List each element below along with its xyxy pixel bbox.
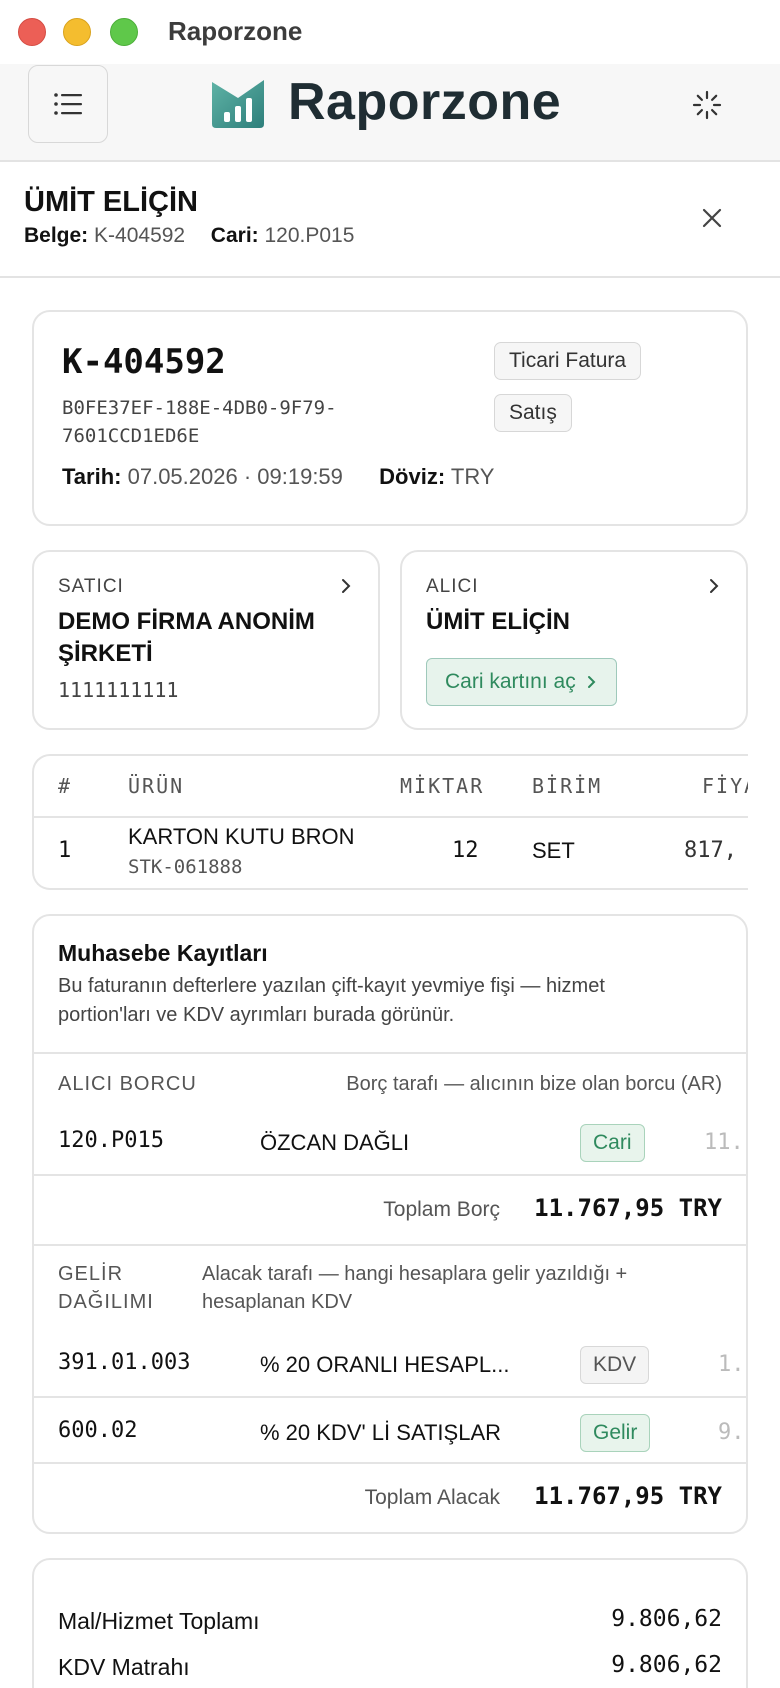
- kdv-tag: KDV: [580, 1346, 650, 1384]
- divider: [34, 1244, 746, 1246]
- summary-value-kdv-base: 9.806,62: [611, 1652, 722, 1678]
- products-table: # ÜRÜN MİKTAR BİRİM FİYA 1 KARTON KUTU B…: [32, 754, 748, 890]
- credit-account-name: % 20 ORANLI HESAPL...: [260, 1352, 510, 1377]
- cari-tag: Cari: [580, 1124, 645, 1162]
- chevron-right-icon: [710, 579, 719, 593]
- app-header: Raporzone: [0, 64, 780, 162]
- credit-amount: 9.: [718, 1420, 745, 1445]
- belge-value: K-404592: [94, 224, 186, 247]
- document-card: K-404592 B0FE37EF-188E-4DB0-9F79-7601CCD…: [32, 310, 748, 526]
- open-cari-card-button[interactable]: Cari kartını aç: [426, 658, 617, 706]
- accounting-card: Muhasebe Kayıtları Bu faturanın defterle…: [32, 914, 748, 1534]
- row-no: 1: [58, 838, 72, 863]
- credit-label-line2: DAĞILIMI: [58, 1291, 154, 1313]
- col-header-price: FİYA: [702, 774, 748, 798]
- total-credit-label: Toplam Alacak: [364, 1486, 500, 1509]
- customer-name: ÜMİT ELİÇİN: [24, 186, 198, 218]
- close-icon: [702, 208, 722, 228]
- menu-button[interactable]: [28, 65, 108, 143]
- hamburger-icon: [54, 93, 82, 115]
- seller-name: DEMO FİRMA ANONİM ŞİRKETİ: [58, 608, 315, 667]
- col-header-unit: BİRİM: [532, 774, 603, 798]
- cari-label: Cari:: [210, 224, 259, 247]
- credit-section-description: Alacak tarafı — hangi hesaplara gelir ya…: [202, 1263, 628, 1313]
- row-product-code: STK-061888: [128, 856, 243, 878]
- table-row[interactable]: 1 KARTON KUTU BRON STK-061888 12 SET 817…: [34, 818, 748, 888]
- seller-tax-number: 1111111111: [58, 678, 179, 702]
- close-window-button[interactable]: [18, 18, 46, 46]
- credit-account-code: 391.01.003: [58, 1350, 191, 1375]
- debit-row[interactable]: 120.P015 ÖZCAN DAĞLI Cari 11.: [34, 1116, 746, 1172]
- doviz-value: TRY: [450, 464, 495, 489]
- debit-amount: 11.: [704, 1130, 744, 1155]
- buyer-card[interactable]: ALICI ÜMİT ELİÇİN Cari kartını aç: [400, 550, 748, 730]
- chevron-right-icon: [342, 579, 351, 593]
- detail-meta: Belge: K-404592 Cari: 120.P015: [24, 224, 354, 248]
- summary-card: Mal/Hizmet Toplamı 9.806,62 KDV Matrahı …: [32, 1558, 748, 1688]
- row-price: 817,: [684, 838, 737, 863]
- credit-row[interactable]: 391.01.003 % 20 ORANLI HESAPL... KDV 1.: [34, 1336, 746, 1392]
- credit-amount: 1.: [718, 1352, 745, 1377]
- row-product-name: KARTON KUTU BRON: [128, 824, 355, 849]
- row-quantity: 12: [452, 838, 479, 863]
- close-button[interactable]: [698, 204, 726, 232]
- col-header-quantity: MİKTAR: [400, 774, 485, 798]
- divider: [34, 1462, 746, 1464]
- total-debit-label: Toplam Borç: [383, 1198, 500, 1221]
- total-credit-value: 11.767,95 TRY: [534, 1482, 722, 1510]
- detail-header: ÜMİT ELİÇİN Belge: K-404592 Cari: 120.P0…: [0, 162, 780, 278]
- seller-kicker: SATICI: [58, 576, 124, 597]
- tarih-value: 07.05.2026 · 09:19:59: [127, 464, 343, 489]
- products-table-header: # ÜRÜN MİKTAR BİRİM FİYA: [34, 756, 748, 818]
- divider: [34, 1396, 746, 1398]
- debit-section-label: ALICI BORCU: [58, 1073, 197, 1095]
- seller-card[interactable]: SATICI DEMO FİRMA ANONİM ŞİRKETİ 1111111…: [32, 550, 380, 730]
- document-number: K-404592: [62, 342, 226, 382]
- open-cari-card-label: Cari kartını aç: [445, 670, 576, 693]
- window-title: Raporzone: [168, 16, 303, 46]
- accounting-title: Muhasebe Kayıtları: [58, 940, 268, 966]
- loading-spinner-icon: [692, 90, 722, 120]
- document-uuid: B0FE37EF-188E-4DB0-9F79-7601CCD1ED6E: [62, 397, 337, 447]
- gelir-tag: Gelir: [580, 1414, 651, 1452]
- credit-label-line1: GELİR: [58, 1263, 124, 1285]
- debit-account-name: ÖZCAN DAĞLI: [260, 1130, 410, 1155]
- settings-button[interactable]: [690, 88, 724, 122]
- brand-name: Raporzone: [288, 73, 562, 131]
- document-kind-chip: Satış: [494, 394, 572, 432]
- document-meta: Tarih: 07.05.2026 · 09:19:59 Döviz: TRY: [62, 464, 494, 490]
- minimize-window-button[interactable]: [63, 18, 91, 46]
- credit-account-code: 600.02: [58, 1418, 138, 1443]
- col-header-no: #: [58, 774, 73, 798]
- credit-row[interactable]: 600.02 % 20 KDV' Lİ SATIŞLAR Gelir 9.: [34, 1400, 746, 1462]
- document-type-chip: Ticari Fatura: [494, 342, 642, 380]
- total-debit-value: 11.767,95 TRY: [534, 1194, 722, 1222]
- row-unit: SET: [532, 838, 575, 863]
- debit-section-description: Borç tarafı — alıcının bize olan borcu (…: [346, 1073, 722, 1095]
- col-header-product: ÜRÜN: [128, 774, 185, 798]
- summary-value-goods-total: 9.806,62: [611, 1606, 722, 1632]
- summary-label-goods-total: Mal/Hizmet Toplamı: [58, 1608, 260, 1634]
- summary-label-kdv-base: KDV Matrahı: [58, 1654, 190, 1680]
- tarih-label: Tarih:: [62, 464, 122, 489]
- credit-section-label: GELİR DAĞILIMI: [58, 1260, 154, 1316]
- divider: [34, 1174, 746, 1176]
- buyer-name: ÜMİT ELİÇİN: [426, 608, 570, 635]
- chevron-right-icon: [587, 676, 596, 688]
- raporzone-logo-icon: [210, 76, 266, 133]
- belge-label: Belge:: [24, 224, 89, 247]
- divider: [34, 1052, 746, 1054]
- accounting-description: Bu faturanın defterlere yazılan çift-kay…: [58, 975, 605, 1026]
- doviz-label: Döviz:: [379, 464, 446, 489]
- cari-value: 120.P015: [264, 224, 355, 247]
- buyer-kicker: ALICI: [426, 576, 479, 597]
- window-title-bar: Raporzone: [0, 0, 780, 64]
- credit-account-name: % 20 KDV' Lİ SATIŞLAR: [260, 1420, 502, 1445]
- debit-account-code: 120.P015: [58, 1128, 164, 1153]
- zoom-window-button[interactable]: [110, 18, 138, 46]
